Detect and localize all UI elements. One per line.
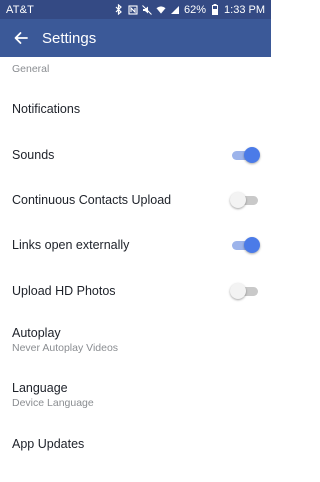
upload-hd-toggle[interactable] — [230, 283, 259, 299]
carrier-label: AT&T — [6, 3, 35, 16]
setting-texts: Autoplay Never Autoplay Videos — [12, 326, 118, 354]
nfc-icon — [128, 4, 138, 15]
setting-label: App Updates — [12, 437, 85, 451]
status-bar: AT&T 62% 1:33 PM — [0, 0, 271, 19]
setting-label: Links open externally — [12, 238, 130, 252]
clock: 1:33 PM — [224, 3, 265, 16]
links-external-toggle[interactable] — [231, 237, 260, 253]
page-title: Settings — [42, 29, 97, 47]
sounds-toggle[interactable] — [231, 147, 260, 163]
setting-label: Sounds — [12, 148, 55, 162]
setting-autoplay[interactable]: Autoplay Never Autoplay Videos — [0, 323, 271, 357]
status-icons: 62% 1:33 PM — [114, 4, 265, 16]
setting-links-external[interactable]: Links open externally — [0, 231, 271, 259]
toggle-knob — [244, 237, 260, 253]
bluetooth-icon — [114, 4, 124, 15]
toggle-knob — [244, 147, 260, 163]
setting-label: Notifications — [12, 102, 81, 116]
battery-percent: 62% — [184, 3, 207, 16]
arrow-left-icon[interactable] — [12, 29, 30, 47]
setting-sounds[interactable]: Sounds — [0, 141, 271, 169]
signal-icon — [170, 4, 180, 15]
battery-icon — [210, 4, 220, 15]
setting-label: Upload HD Photos — [12, 284, 116, 298]
toggle-knob — [230, 283, 246, 299]
setting-label: Autoplay — [12, 326, 61, 340]
section-header-general: General — [12, 63, 50, 75]
setting-notifications[interactable]: Notifications — [0, 95, 271, 123]
wifi-icon — [156, 4, 166, 15]
setting-label: Continuous Contacts Upload — [12, 193, 172, 207]
app-bar: Settings — [0, 19, 271, 57]
setting-contacts-upload[interactable]: Continuous Contacts Upload — [0, 186, 271, 214]
setting-language[interactable]: Language Device Language — [0, 378, 271, 412]
setting-value: Device Language — [12, 397, 94, 409]
setting-texts: Language Device Language — [12, 381, 94, 409]
toggle-knob — [230, 192, 246, 208]
contacts-upload-toggle[interactable] — [230, 192, 259, 208]
setting-label: Language — [12, 381, 68, 395]
setting-app-updates[interactable]: App Updates — [0, 430, 271, 458]
setting-upload-hd[interactable]: Upload HD Photos — [0, 277, 271, 305]
mute-icon — [142, 4, 152, 15]
setting-value: Never Autoplay Videos — [12, 342, 119, 354]
